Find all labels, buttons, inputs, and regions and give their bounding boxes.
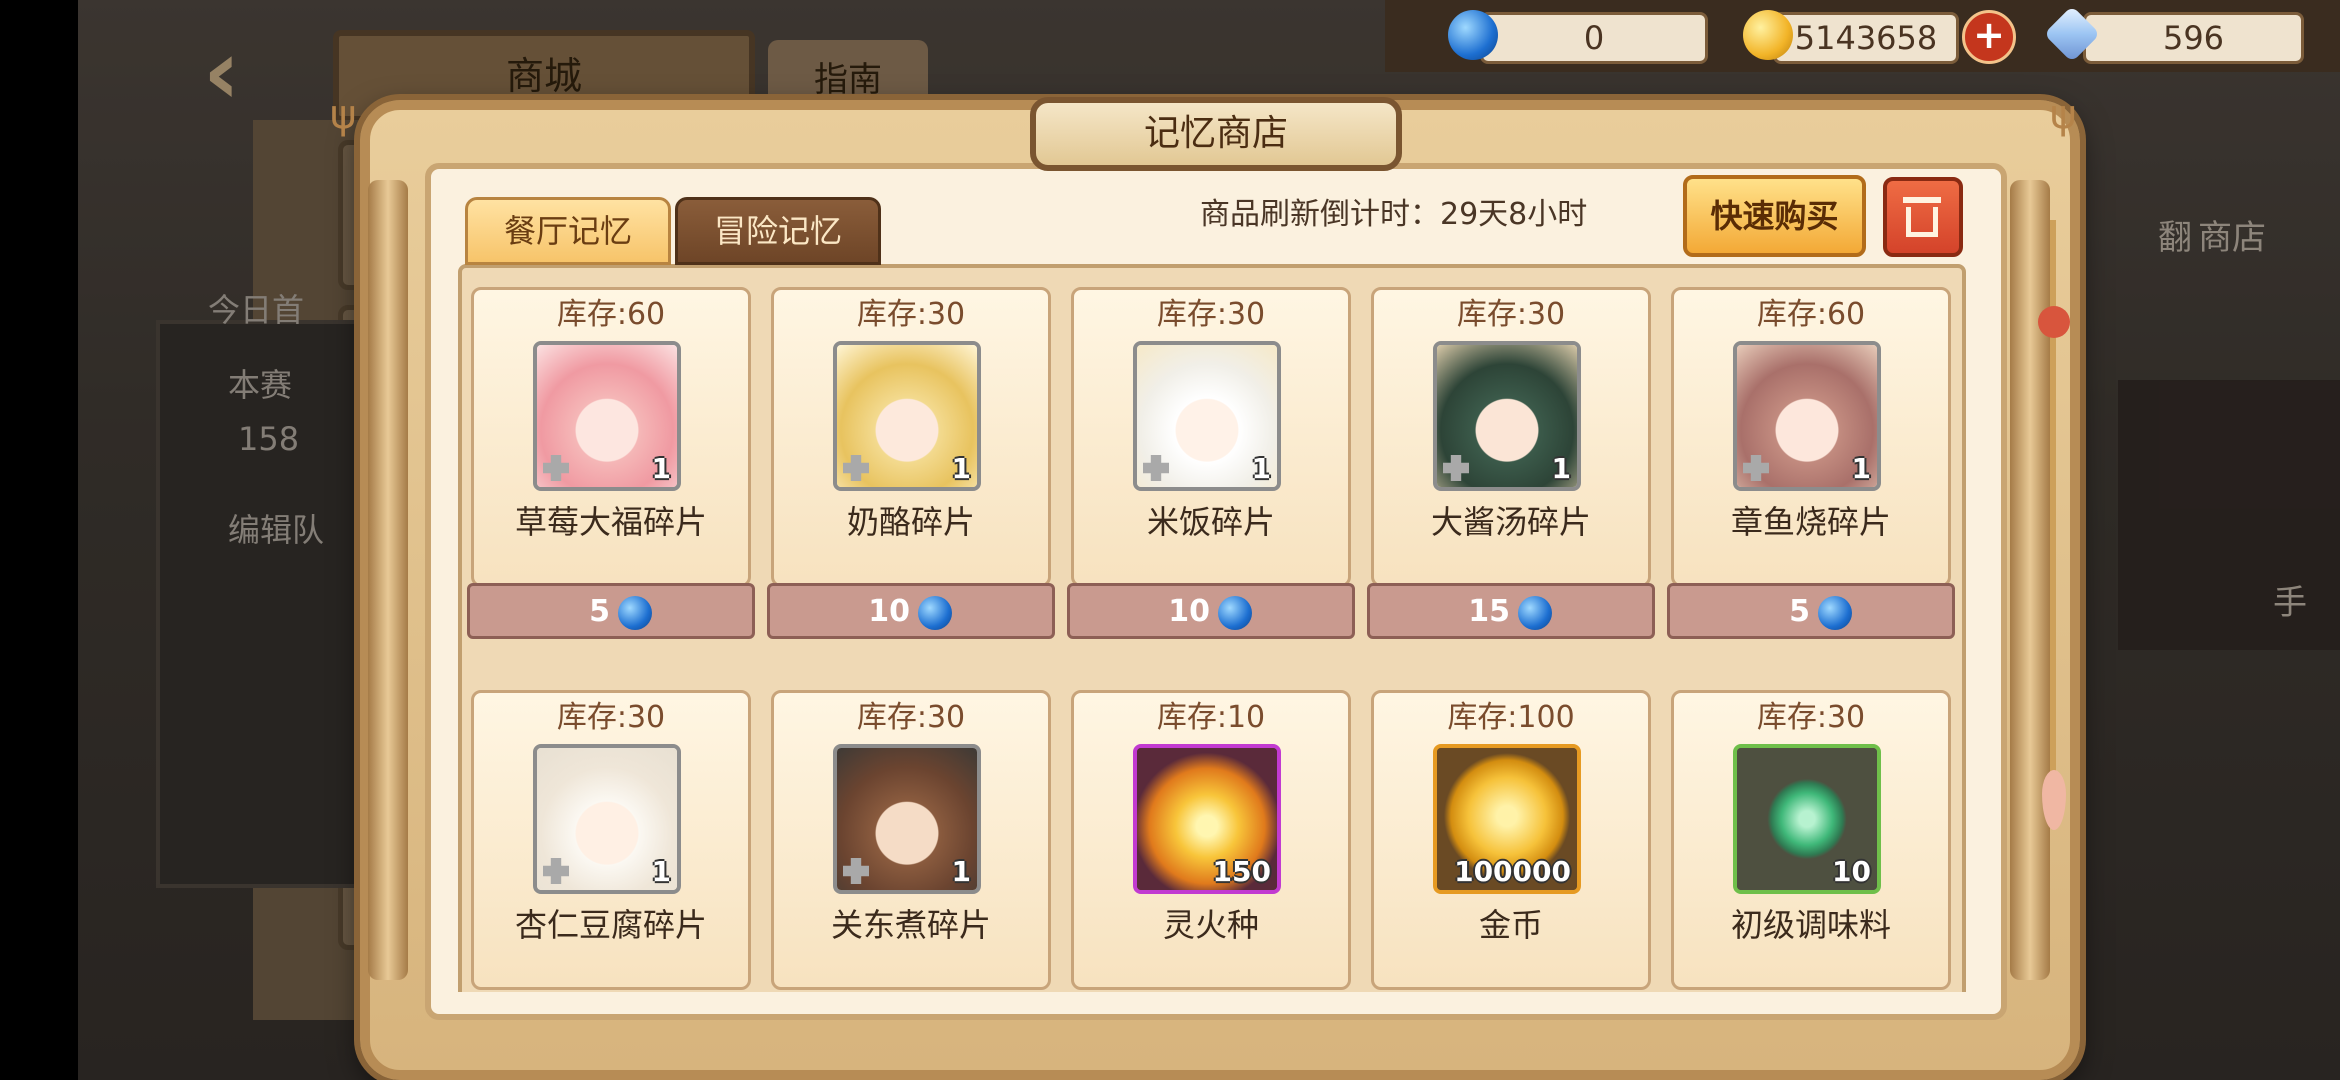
bead-ornament-icon — [2038, 306, 2070, 338]
item-count: 1 — [651, 452, 671, 485]
price-button[interactable]: 10 — [1067, 583, 1355, 639]
trash-bin — [1906, 207, 1938, 237]
tab-adventure-memory[interactable]: 冒险记忆 — [675, 197, 881, 265]
item-count: 150 — [1212, 855, 1271, 888]
item-price: 5 — [1789, 594, 1810, 629]
rice-fragment-icon: 1 — [1133, 341, 1281, 491]
crystal-counter: 596 — [2083, 12, 2304, 64]
takoyaki-fragment-icon: 1 — [1733, 341, 1881, 491]
item-count: 100000 — [1454, 855, 1571, 888]
trident-ornament-icon: ψ — [330, 92, 357, 138]
gem-icon — [1448, 10, 1498, 60]
item-count: 10 — [1832, 855, 1871, 888]
gem-icon — [618, 596, 652, 630]
quick-buy-button[interactable]: 快速购买 — [1683, 175, 1866, 257]
cheese-fragment-icon: 1 — [833, 341, 981, 491]
item-count: 1 — [1551, 452, 1571, 485]
item-name: 草莓大福碎片 — [514, 503, 707, 541]
scroll-edge — [458, 992, 1966, 1012]
item-stock: 库存:30 — [856, 297, 966, 332]
item-stock: 库存:30 — [1456, 297, 1566, 332]
plus-icon[interactable]: + — [1962, 10, 2016, 64]
frame-pillar-right — [2010, 180, 2050, 980]
item-name: 章鱼烧碎片 — [1730, 503, 1891, 541]
item-name: 杏仁豆腐碎片 — [514, 906, 707, 944]
trash-lid — [1903, 197, 1941, 203]
strawberry-daifuku-fragment-icon: 1 — [533, 341, 681, 491]
item-stock: 库存:60 — [556, 297, 666, 332]
item-count: 1 — [1851, 452, 1871, 485]
item-price: 10 — [868, 594, 910, 629]
item-stock: 库存:30 — [556, 700, 666, 735]
item-count: 1 — [951, 855, 971, 888]
item-name: 关东煮碎片 — [830, 906, 991, 944]
gem-icon — [1218, 596, 1252, 630]
item-price: 10 — [1168, 594, 1210, 629]
price-button[interactable]: 15 — [1367, 583, 1655, 639]
refresh-countdown: 商品刷新倒计时：29天8小时 — [1200, 197, 1588, 232]
frame-pillar-left — [368, 180, 408, 980]
item-count: 1 — [1251, 452, 1271, 485]
item-name: 奶酪碎片 — [846, 503, 975, 541]
gold-coin-icon: 100000 — [1433, 744, 1581, 894]
spirit-fire-seed-icon: 150 — [1133, 744, 1281, 894]
trident-ornament-icon: ψ — [2050, 92, 2077, 138]
gem-icon — [918, 596, 952, 630]
trash-icon[interactable] — [1883, 177, 1963, 257]
item-price: 5 — [589, 594, 610, 629]
oden-fragment-icon: 1 — [833, 744, 981, 894]
gem-icon — [1818, 596, 1852, 630]
tab-restaurant-memory[interactable]: 餐厅记忆 — [465, 197, 671, 265]
item-name: 米饭碎片 — [1146, 503, 1275, 541]
item-count: 1 — [651, 855, 671, 888]
item-stock: 库存:10 — [1156, 700, 1266, 735]
price-button[interactable]: 5 — [1667, 583, 1955, 639]
item-stock: 库存:60 — [1756, 297, 1866, 332]
almond-tofu-fragment-icon: 1 — [533, 744, 681, 894]
item-stock: 库存:30 — [856, 700, 966, 735]
price-button[interactable]: 5 — [467, 583, 755, 639]
item-price: 15 — [1468, 594, 1510, 629]
item-name: 初级调味料 — [1730, 906, 1891, 944]
modal-title: 记忆商店 — [1030, 97, 1402, 171]
item-name: 大酱汤碎片 — [1430, 503, 1591, 541]
item-stock: 库存:30 — [1156, 297, 1266, 332]
item-name: 灵火种 — [1162, 906, 1259, 944]
basic-seasoning-icon: 10 — [1733, 744, 1881, 894]
gold-counter: 5143658 — [1773, 12, 1959, 64]
miso-soup-fragment-icon: 1 — [1433, 341, 1581, 491]
gem-icon — [1518, 596, 1552, 630]
gold-coin-icon — [1743, 10, 1793, 60]
item-stock: 库存:100 — [1447, 700, 1575, 735]
gem-counter: 0 — [1480, 12, 1708, 64]
price-button[interactable]: 10 — [767, 583, 1055, 639]
item-count: 1 — [951, 452, 971, 485]
item-stock: 库存:30 — [1756, 700, 1866, 735]
item-name: 金币 — [1478, 906, 1543, 944]
